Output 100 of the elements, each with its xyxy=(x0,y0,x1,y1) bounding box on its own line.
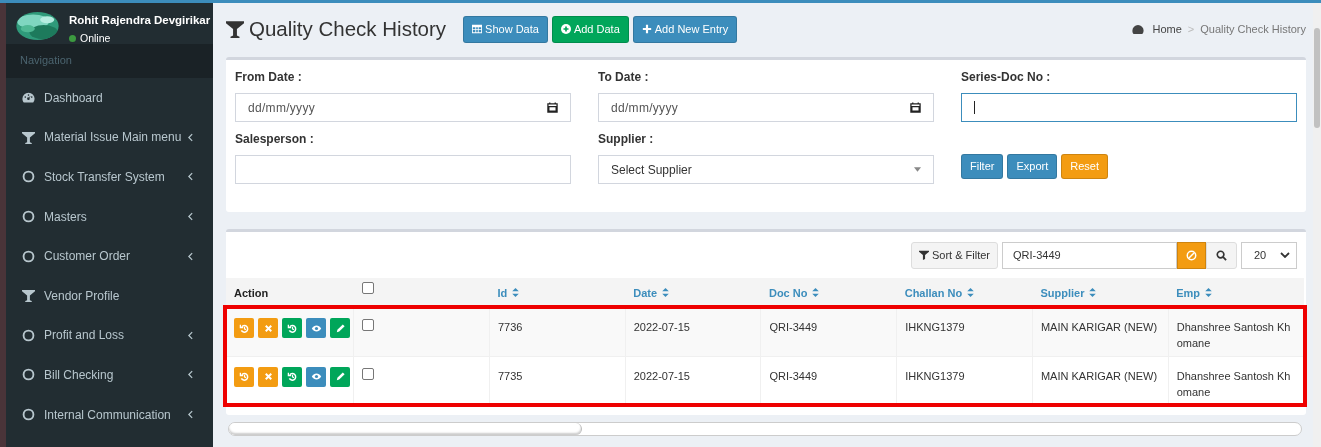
table-cell-text: QRI-3449 xyxy=(769,368,819,384)
header-button[interactable]: Add New Entry xyxy=(632,15,738,43)
scrollbar-thumb[interactable] xyxy=(1314,28,1320,128)
funnel-icon xyxy=(22,289,35,303)
table-cell-text: 7736 xyxy=(497,320,524,335)
field-label: Supplier : xyxy=(598,132,655,148)
pencil-icon xyxy=(334,371,346,382)
cancel-button[interactable] xyxy=(258,366,278,387)
restore-button[interactable] xyxy=(282,366,302,387)
plus-circle-icon xyxy=(560,24,571,34)
column-header: Action xyxy=(234,287,269,299)
table-cell-text: 2022-07-15 xyxy=(633,320,691,335)
circle-icon xyxy=(22,368,35,382)
view-button[interactable] xyxy=(306,318,326,338)
field-label: From Date : xyxy=(235,70,303,86)
ban-icon xyxy=(1186,249,1197,261)
input-field[interactable] xyxy=(961,93,1297,122)
table-cell-text: MAIN KARIGAR (NEW) xyxy=(1040,320,1159,335)
date-field[interactable]: dd/mm/yyyy xyxy=(598,93,934,122)
dashboard-icon xyxy=(1132,23,1145,35)
funnel-icon xyxy=(226,20,244,38)
breadcrumb-separator: > xyxy=(1187,23,1195,35)
pencil-icon xyxy=(334,322,346,334)
filter-button[interactable]: Export xyxy=(1007,153,1058,179)
table-cell-text: 7735 xyxy=(497,368,524,384)
table-cell-text: MAIN KARIGAR (NEW) xyxy=(1040,368,1159,384)
sort-icon xyxy=(512,288,520,297)
checkbox[interactable] xyxy=(362,319,375,331)
search-button[interactable] xyxy=(1206,241,1237,269)
sidebar-item[interactable]: Bill Checking xyxy=(6,355,213,395)
sort-filter-button[interactable]: Sort & Filter xyxy=(910,241,998,269)
calendar-icon xyxy=(910,102,921,113)
search-icon xyxy=(1216,249,1227,261)
status-dot xyxy=(69,34,76,42)
history-button[interactable] xyxy=(234,318,254,338)
cancel-button[interactable] xyxy=(258,318,278,338)
sidebar-item[interactable]: Dashboard xyxy=(6,78,213,118)
sidebar-item[interactable]: Internal Communication xyxy=(6,394,213,435)
filter-button[interactable]: Filter xyxy=(961,153,1004,179)
checkbox[interactable] xyxy=(361,282,374,294)
chevron-left-icon xyxy=(188,132,193,142)
supplier-select[interactable]: Select Supplier xyxy=(598,155,934,184)
sort-icon xyxy=(1089,288,1097,297)
table-cell-text: IHKNG1379 xyxy=(905,320,966,335)
user-status: Online xyxy=(80,32,111,44)
sort-icon xyxy=(812,288,820,297)
chevron-down-icon xyxy=(1280,252,1290,258)
scrollbar-thumb[interactable] xyxy=(229,423,582,435)
edit-button[interactable] xyxy=(330,366,350,387)
sidebar-item[interactable]: Material Issue Main menu xyxy=(6,117,213,158)
restore-button[interactable] xyxy=(282,318,302,338)
undo-clock-icon xyxy=(286,371,298,382)
field-label: Salesperson : xyxy=(235,132,315,148)
sidebar-item[interactable]: Customer Order xyxy=(6,236,213,276)
close-icon xyxy=(262,371,274,382)
checkbox[interactable] xyxy=(362,367,375,380)
plus-icon xyxy=(641,24,652,34)
chevron-left-icon xyxy=(188,172,193,182)
field-label: To Date : xyxy=(598,70,650,86)
page-title: Quality Check History xyxy=(249,17,447,41)
page-size-select[interactable]: 20 xyxy=(1241,241,1297,269)
sidebar-item[interactable]: Profit and Loss xyxy=(6,315,213,356)
chevron-left-icon xyxy=(188,370,193,380)
undo-clock-icon xyxy=(286,322,298,334)
edit-button[interactable] xyxy=(330,318,350,338)
sort-icon xyxy=(662,288,670,297)
header-button[interactable]: Show Data xyxy=(463,15,548,43)
undo-clock-icon xyxy=(238,371,250,382)
view-button[interactable] xyxy=(306,366,326,387)
sidebar-item[interactable]: Vendor Profile xyxy=(6,275,213,316)
table-cell-text: Dhanshree Santosh Khomane xyxy=(1176,320,1292,351)
breadcrumb-link[interactable]: Home xyxy=(1152,23,1182,35)
funnel-icon xyxy=(918,250,929,260)
caret-icon xyxy=(914,167,921,172)
sidebar-item[interactable]: Masters xyxy=(6,196,213,237)
table-cell-text: IHKNG1379 xyxy=(905,368,966,384)
sort-icon xyxy=(967,288,975,297)
date-field[interactable]: dd/mm/yyyy xyxy=(235,93,571,122)
eye-icon xyxy=(310,371,322,382)
funnel-icon xyxy=(22,130,35,144)
sidebar-item[interactable]: Stock Transfer System xyxy=(6,157,213,197)
chevron-left-icon xyxy=(188,212,193,222)
table-cell-text: Dhanshree Santosh Khomane xyxy=(1176,368,1292,400)
circle-icon xyxy=(22,328,35,342)
circle-icon xyxy=(22,249,35,263)
circle-icon xyxy=(22,170,35,184)
chevron-left-icon xyxy=(188,410,193,420)
history-button[interactable] xyxy=(234,366,254,387)
user-name: Rohit Rajendra Devgirikar xyxy=(69,14,211,26)
table-cell-text: QRI-3449 xyxy=(769,320,819,335)
chevron-left-icon xyxy=(188,251,193,261)
search-field[interactable]: QRI-3449 xyxy=(1002,241,1177,269)
dashboard-icon xyxy=(22,91,35,105)
nav-heading: Navigation xyxy=(20,54,72,66)
close-icon xyxy=(262,322,274,334)
table-cell-text: 2022-07-15 xyxy=(633,368,691,384)
circle-icon xyxy=(22,408,35,422)
sort-icon xyxy=(1205,288,1213,297)
table-icon xyxy=(472,24,483,34)
circle-icon xyxy=(22,210,35,224)
